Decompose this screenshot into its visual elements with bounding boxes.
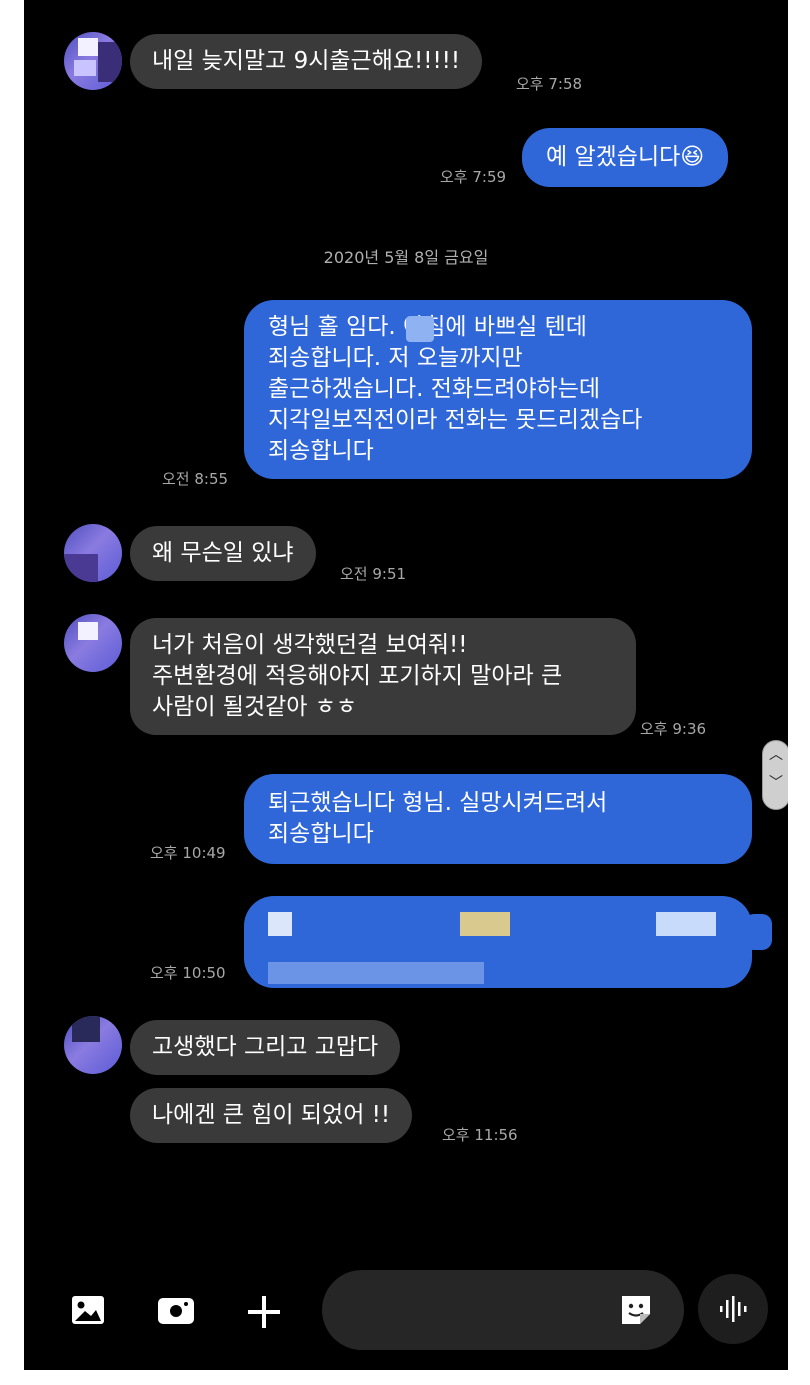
composer-bar [24, 1262, 788, 1362]
message-input[interactable] [322, 1270, 684, 1350]
avatar[interactable] [64, 524, 122, 582]
sticker-icon[interactable] [618, 1292, 658, 1332]
chevron-down-icon: ﹀ [769, 775, 783, 791]
voice-icon[interactable] [698, 1274, 768, 1344]
date-separator: 2020년 5월 8일 금요일 [323, 248, 489, 267]
chevron-up-icon: ︿ [769, 747, 783, 763]
message-time: 오후 9:36 [640, 720, 707, 738]
redacted-name [406, 316, 434, 342]
message-bubble-incoming[interactable]: 고생했다 그리고 고맙다 [130, 1020, 401, 1075]
avatar[interactable] [64, 1016, 122, 1074]
message-bubble-outgoing[interactable]: 형님 홀 임다. 아침에 바쁘실 텐데 죄송합니다. 저 오늘까지만 출근하겠습… [244, 300, 752, 479]
message-bubble-outgoing[interactable]: 퇴근했습니다 형님. 실망시켜드려서 죄송합니다 [244, 774, 752, 864]
camera-icon[interactable] [156, 1292, 196, 1332]
redacted-area [268, 962, 484, 984]
chat-screen: ㅡ ㅡ ㅡ ㅡ 내일 늦지말고 9시출근해요!!!!! 오후 7:58 예 알겠… [24, 0, 788, 1370]
message-time: 오후 10:49 [150, 844, 226, 862]
avatar[interactable] [64, 32, 122, 90]
message-time: 오후 10:50 [150, 964, 226, 982]
message-time: 오전 8:55 [162, 470, 229, 488]
message-bubble-outgoing[interactable]: 예 알겠습니다😆 [522, 128, 729, 187]
redacted-area [460, 912, 510, 936]
message-time: 오후 7:59 [440, 168, 507, 186]
scroll-handle[interactable]: ︿ ﹀ [762, 740, 788, 810]
message-bubble-incoming[interactable]: 왜 무슨일 있냐 [130, 526, 316, 581]
redacted-area [656, 912, 716, 936]
message-bubble-incoming[interactable]: 너가 처음이 생각했던걸 보여줘!! 주변환경에 적응해야지 포기하지 말아라 … [130, 618, 636, 735]
redacted-area [268, 912, 292, 936]
avatar[interactable] [64, 614, 122, 672]
message-time: 오후 7:58 [516, 75, 583, 93]
message-bubble-incoming[interactable]: 나에겐 큰 힘이 되었어 !! [130, 1088, 413, 1143]
message-bubble-incoming[interactable]: 내일 늦지말고 9시출근해요!!!!! [130, 34, 483, 89]
top-partial-text: ㅡ ㅡ ㅡ ㅡ [344, 0, 442, 11]
plus-icon[interactable] [244, 1292, 284, 1332]
message-time: 오후 11:56 [442, 1126, 518, 1144]
gallery-icon[interactable] [70, 1292, 110, 1332]
redacted-area [744, 914, 772, 950]
message-time: 오전 9:51 [340, 565, 407, 583]
